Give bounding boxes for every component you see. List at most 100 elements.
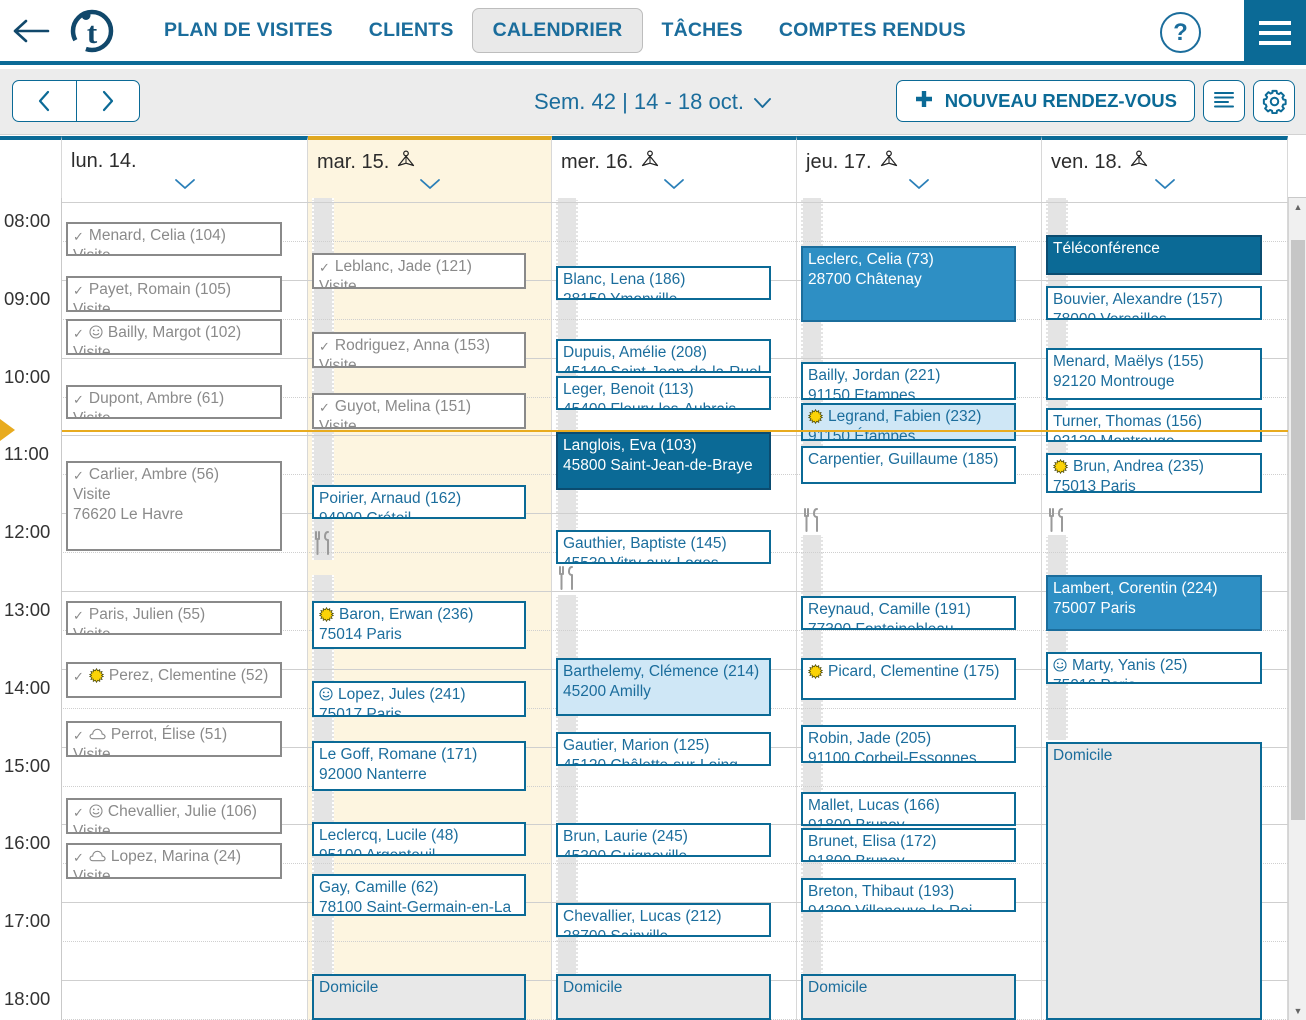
day-header-chevron-down-icon[interactable] xyxy=(797,177,1041,194)
event-title: Legrand, Fabien (232) xyxy=(828,408,982,425)
calendar-event[interactable]: Menard, Maëlys (155) 92120 Montrouge xyxy=(1046,348,1262,400)
day-header-chevron-down-icon[interactable] xyxy=(552,177,796,194)
event-title-row: Marty, Yanis (25) xyxy=(1053,656,1255,676)
calendar-event[interactable]: Téléconférence xyxy=(1046,235,1262,275)
nav-link-comptes-rendus[interactable]: COMPTES RENDUS xyxy=(761,10,984,51)
vertical-scrollbar[interactable]: ▲ ▼ xyxy=(1288,198,1306,1020)
calendar-event[interactable]: Brunet, Elisa (172) 91800 Brunoy xyxy=(801,828,1016,862)
calendar-event[interactable]: Domicile xyxy=(1046,742,1262,1020)
event-title: Paris, Julien (55) xyxy=(88,606,206,623)
calendar-event[interactable]: ✓ Rodriguez, Anna (153) Visite xyxy=(312,332,526,368)
nav-link-clients[interactable]: CLIENTS xyxy=(351,10,472,51)
calendar-event[interactable]: ✓ Dupont, Ambre (61) Visite xyxy=(66,385,282,419)
calendar-event[interactable]: Blanc, Lena (186) 28150 Ymonville xyxy=(556,266,771,300)
calendar-event[interactable]: Langlois, Eva (103) 45800 Saint-Jean-de-B… xyxy=(556,432,771,490)
event-title: Dupuis, Amélie (208) xyxy=(563,344,707,361)
new-appointment-button[interactable]: NOUVEAU RENDEZ-VOUS xyxy=(895,80,1195,122)
previous-week-button[interactable] xyxy=(13,81,77,121)
back-arrow-icon[interactable] xyxy=(0,0,62,63)
calendar-event[interactable]: Turner, Thomas (156) 92120 Montrouge xyxy=(1046,408,1262,442)
list-view-icon[interactable] xyxy=(1203,80,1245,122)
calendar-event[interactable]: Baron, Erwan (236) 75014 Paris xyxy=(312,601,526,649)
calendar-event[interactable]: Leger, Benoit (113) 45400 Fleury-les-Aubr… xyxy=(556,376,771,410)
calendar-event[interactable]: Gay, Camille (62) 78100 Saint-Germain-en-… xyxy=(312,874,526,916)
calendar-event[interactable]: ✓ Guyot, Melina (151) Visite xyxy=(312,393,526,429)
calendar-event[interactable]: Breton, Thibaut (193) 94290 Villeneuve-le… xyxy=(801,878,1016,912)
calendar-event[interactable]: Domicile xyxy=(801,974,1016,1020)
event-title: Baron, Erwan (236) xyxy=(339,606,474,623)
calendar-event[interactable]: Reynaud, Camille (191) 77300 Fontaineblea… xyxy=(801,596,1016,630)
event-title-row: ✓ Bailly, Margot (102) xyxy=(73,323,275,343)
day-header-3[interactable]: jeu. 17. xyxy=(797,136,1042,198)
day-header-4[interactable]: ven. 18. xyxy=(1042,136,1288,198)
calendar-event[interactable]: Poirier, Arnaud (162) 94000 Créteil xyxy=(312,485,526,519)
calendar-event[interactable]: ✓ Leblanc, Jade (121) Visite xyxy=(312,253,526,289)
event-subtitle: 45400 Fleury-les-Aubrais xyxy=(563,401,737,410)
day-header-chevron-down-icon[interactable] xyxy=(62,177,307,194)
day-header-0[interactable]: lun. 14. xyxy=(62,136,308,198)
sun-icon xyxy=(808,663,823,681)
event-title-row: Robin, Jade (205) xyxy=(808,729,1009,749)
nav-link-plan-de-visites[interactable]: PLAN DE VISITES xyxy=(146,10,351,51)
sun-icon xyxy=(89,667,104,685)
calendar-event[interactable]: Legrand, Fabien (232) 91150 Étampes xyxy=(801,403,1016,441)
next-week-button[interactable] xyxy=(77,81,140,121)
calendar-event[interactable]: Bouvier, Alexandre (157) 78000 Versailles xyxy=(1046,286,1262,320)
cloud-icon xyxy=(89,850,106,864)
calendar-event[interactable]: Carpentier, Guillaume (185) xyxy=(801,446,1016,484)
chevron-down-icon[interactable] xyxy=(753,89,772,115)
hamburger-menu-icon[interactable] xyxy=(1244,0,1306,65)
calendar-event[interactable]: Gautier, Marion (125) 45120 Châlette-sur-… xyxy=(556,732,771,766)
calendar-event[interactable]: Chevallier, Lucas (212) 28700 Sainville xyxy=(556,903,771,937)
calendar-event[interactable]: Le Goff, Romane (171) 92000 Nanterre xyxy=(312,741,526,791)
day-column-2[interactable] xyxy=(552,198,797,1020)
event-title: Dupont, Ambre (61) xyxy=(88,390,225,407)
calendar-event[interactable]: Mallet, Lucas (166) 91800 Brunoy xyxy=(801,792,1016,826)
event-title: Leclerc, Celia (73) xyxy=(808,251,934,268)
calendar-event[interactable]: Marty, Yanis (25) 75016 Paris xyxy=(1046,652,1262,684)
help-icon[interactable]: ? xyxy=(1160,12,1201,53)
calendar-event[interactable]: Bailly, Jordan (221) 91150 Etampes xyxy=(801,362,1016,400)
calendar-event[interactable]: Domicile xyxy=(556,974,771,1020)
calendar-event[interactable]: ✓ Lopez, Marina (24) Visite xyxy=(66,843,282,879)
calendar-event[interactable]: Robin, Jade (205) 91100 Corbeil-Essonnes xyxy=(801,725,1016,763)
calendar-event[interactable]: ✓ Bailly, Margot (102) Visite xyxy=(66,319,282,355)
nav-link-taches[interactable]: TÂCHES xyxy=(643,10,760,51)
calendar-event[interactable]: ✓ Carlier, Ambre (56) Visite 76620 Le Havre xyxy=(66,461,282,551)
scroll-up-arrow-icon[interactable]: ▲ xyxy=(1289,198,1306,216)
calendar-event[interactable]: Lambert, Corentin (224) 75007 Paris xyxy=(1046,575,1262,631)
event-title: Gautier, Marion (125) xyxy=(563,737,710,754)
calendar-event[interactable]: ✓ Perrot, Élise (51) Visite xyxy=(66,721,282,757)
calendar-event[interactable]: Dupuis, Amélie (208) 45140 Saint-Jean-de-… xyxy=(556,339,771,373)
calendar-event[interactable]: ✓ Menard, Celia (104) Visite xyxy=(66,222,282,256)
gear-icon[interactable] xyxy=(1253,80,1295,122)
calendar-event[interactable]: ✓ Perez, Clementine (52) xyxy=(66,662,282,698)
event-subtitle: 92120 Montrouge xyxy=(1053,373,1175,390)
calendar-event[interactable]: Brun, Laurie (245) 45300 Guignoville xyxy=(556,823,771,857)
checkmark-icon: ✓ xyxy=(319,259,330,275)
calendar-event[interactable]: Gauthier, Baptiste (145) 45530 Vitry-aux-… xyxy=(556,530,771,564)
scrollbar-thumb[interactable] xyxy=(1291,240,1305,820)
calendar-event[interactable]: Brun, Andrea (235) 75013 Paris xyxy=(1046,453,1262,493)
calendar-event[interactable]: Picard, Clementine (175) xyxy=(801,658,1016,700)
day-header-1[interactable]: mar. 15. xyxy=(308,136,552,198)
calendar-event[interactable]: ✓ Chevallier, Julie (106) Visite xyxy=(66,798,282,834)
calendar-event[interactable]: Domicile xyxy=(312,974,526,1020)
day-header-2[interactable]: mer. 16. xyxy=(552,136,797,198)
event-title-row: Leclercq, Lucile (48) xyxy=(319,826,519,846)
day-header-label: ven. 18. xyxy=(1051,150,1123,173)
event-title: Menard, Celia (104) xyxy=(88,227,226,244)
calendar-event[interactable]: ✓ Payet, Romain (105) Visite xyxy=(66,276,282,312)
calendar-event[interactable]: ✓ Paris, Julien (55) Visite xyxy=(66,601,282,635)
scroll-down-arrow-icon[interactable]: ▼ xyxy=(1289,1002,1306,1020)
event-subtitle: 78100 Saint-Germain-en-La xyxy=(319,899,512,916)
calendar-event[interactable]: Leclercq, Lucile (48) 95100 Argenteuil xyxy=(312,822,526,856)
nav-link-calendrier[interactable]: CALENDRIER xyxy=(471,8,644,53)
calendar-event[interactable]: Leclerc, Celia (73) 28700 Châtenay xyxy=(801,246,1016,322)
day-header-chevron-down-icon[interactable] xyxy=(308,177,551,194)
day-route-icon xyxy=(397,150,415,174)
day-header-chevron-down-icon[interactable] xyxy=(1042,177,1287,194)
calendar-event[interactable]: Lopez, Jules (241) 75017 Paris xyxy=(312,681,526,717)
event-title-row: Le Goff, Romane (171) xyxy=(319,745,519,765)
calendar-event[interactable]: Barthelemy, Clémence (214) 45200 Amilly xyxy=(556,658,771,716)
